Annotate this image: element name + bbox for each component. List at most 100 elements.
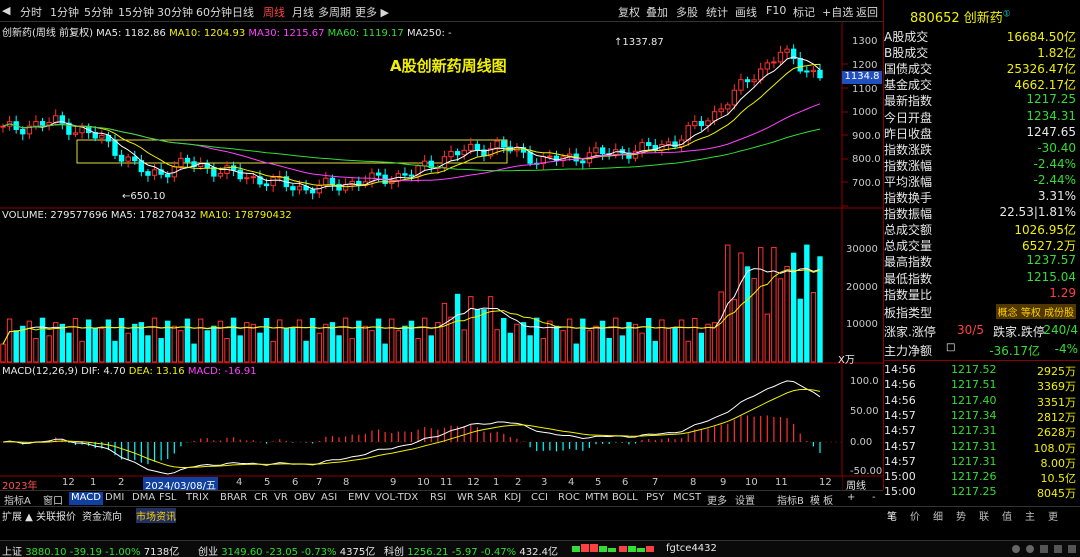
quote-row: 指数涨跌 -30.40	[883, 141, 1080, 157]
volume-bar	[184, 318, 191, 363]
index-cy[interactable]: 创业 3149.60 -23.05 -0.73% 4375亿	[198, 543, 375, 557]
volume-bar	[92, 327, 98, 363]
quote-label: B股成交	[884, 46, 929, 61]
indicator-tab[interactable]: PSY	[644, 492, 667, 505]
bottom-tab[interactable]: 资金流向	[82, 508, 122, 523]
price-tick: 900.0	[852, 131, 881, 142]
indicator-tab[interactable]: EMV	[346, 492, 372, 505]
indicator-tab[interactable]: MTM	[583, 492, 610, 505]
tick-row: 14:57 1217.34 2812万	[883, 409, 1080, 424]
period-tab[interactable]: 多周期	[318, 4, 351, 20]
period-tab[interactable]: 1分钟	[50, 4, 79, 20]
indicator-tab[interactable]: CR	[252, 492, 270, 505]
panel-tab[interactable]: 主	[1025, 508, 1035, 523]
volume-bar	[257, 332, 263, 363]
panel-tab[interactable]: 更	[1048, 508, 1058, 523]
volume-bar	[553, 325, 560, 363]
indicator-tab[interactable]: KDJ	[502, 492, 523, 505]
bottom-tab[interactable]: 市场资讯	[136, 508, 176, 523]
period-tab[interactable]: 15分钟	[118, 4, 154, 20]
indicator-tab[interactable]: TRIX	[184, 492, 211, 505]
status-icons[interactable]	[1010, 543, 1078, 555]
panel-tab[interactable]: 笔	[887, 508, 897, 523]
mainflow-row: 主力净额 □ -36.17亿 -4%	[884, 342, 1078, 358]
period-tab[interactable]: 30分钟	[157, 4, 193, 20]
bottom-tab[interactable]: 关联报价	[36, 508, 76, 523]
toolbar-button[interactable]: 画线	[735, 4, 757, 20]
quote-row: A股成交 16684.50亿	[883, 28, 1080, 44]
indicator-right-btn[interactable]: 模 板	[808, 492, 835, 507]
indicator-tab[interactable]: 设置	[733, 492, 757, 507]
volume-bar	[303, 340, 309, 363]
quote-label: A股成交	[884, 30, 929, 44]
candle-body	[244, 177, 250, 180]
candle-body	[329, 177, 336, 185]
indicator-tab[interactable]: MCST	[671, 492, 703, 505]
index-kc[interactable]: 科创 1256.21 -5.97 -0.47% 432.4亿	[384, 543, 558, 557]
period-tab[interactable]: 5分钟	[84, 4, 113, 20]
indicator-right-btn[interactable]: 指标B	[775, 492, 806, 507]
indicator-tab[interactable]: 指标A	[2, 492, 33, 507]
panel-tab[interactable]: 细	[933, 508, 943, 523]
indicator-tab[interactable]: DMI	[103, 492, 126, 505]
indicator-tab[interactable]: 窗口	[41, 492, 65, 507]
toolbar-button[interactable]: 复权	[618, 4, 640, 20]
indicator-tab[interactable]: ASI	[319, 492, 339, 505]
volume-bar	[678, 319, 685, 363]
indicator-right-btn[interactable]: +	[845, 492, 857, 505]
panel-tab[interactable]: 值	[1002, 508, 1012, 523]
toolbar-button[interactable]: F10	[766, 4, 786, 17]
period-tab[interactable]: 更多 ▶	[355, 4, 389, 20]
candle-body	[599, 147, 606, 155]
volume-bar	[349, 338, 355, 363]
toolbar-button[interactable]: 标记	[793, 4, 815, 20]
toolbar-button[interactable]: 叠加	[646, 4, 668, 20]
volume-bar	[632, 323, 639, 363]
toolbar-button[interactable]: 返回	[856, 4, 878, 20]
indicator-right-btn[interactable]: -	[870, 492, 878, 505]
period-tab[interactable]: 月线	[292, 4, 314, 20]
indicator-tab[interactable]: RSI	[428, 492, 448, 505]
volume-bar	[533, 317, 540, 363]
volume-bar	[659, 319, 665, 363]
price-tick: 1100	[852, 84, 878, 95]
period-tab[interactable]: 60分钟	[196, 4, 232, 20]
indicator-tab[interactable]: VOL-TDX	[373, 492, 420, 505]
bottom-tab[interactable]: 扩展 ▲	[2, 508, 33, 523]
indicator-tab[interactable]: ROC	[556, 492, 582, 505]
candle-body	[290, 186, 296, 191]
volume-bar	[790, 252, 797, 363]
indicator-tab[interactable]: 更多	[705, 492, 729, 507]
indicator-tab[interactable]: DMA	[130, 492, 157, 505]
period-tab[interactable]: 日线	[232, 4, 254, 20]
panel-tab[interactable]: 联	[979, 508, 989, 523]
indicator-tab[interactable]: WR	[455, 492, 476, 505]
panel-tab[interactable]: 势	[956, 508, 966, 523]
indicator-tab[interactable]: CCI	[529, 492, 550, 505]
toolbar-button[interactable]: 多股	[676, 4, 698, 20]
indicator-tab[interactable]: VR	[272, 492, 290, 505]
volume-bar	[85, 319, 92, 363]
toolbar-arrow-icon[interactable]: ◀	[2, 4, 10, 17]
candle-body	[132, 156, 138, 162]
toolbar-button[interactable]: +自选	[822, 4, 853, 20]
quote-row: 今日开盘 1234.31	[883, 109, 1080, 125]
macd-tick: 50.00	[850, 406, 879, 417]
indicator-tab[interactable]: BRAR	[218, 492, 249, 505]
indicator-tab[interactable]: MACD	[69, 492, 103, 505]
indicator-tab[interactable]: SAR	[475, 492, 499, 505]
volume-bar	[810, 291, 817, 363]
panel-tab[interactable]: 价	[910, 508, 920, 523]
index-sh[interactable]: 上证 3880.10 -39.19 -1.00% 7138亿	[2, 543, 179, 557]
chart-area[interactable]	[0, 22, 883, 490]
period-tab[interactable]: 分时	[20, 4, 42, 20]
quote-label: 指数换手	[884, 191, 933, 205]
toolbar-button[interactable]: 统计	[706, 4, 728, 20]
indicator-tab[interactable]: BOLL	[610, 492, 640, 505]
candle-body	[797, 58, 803, 72]
candle-body	[99, 134, 105, 139]
period-tab[interactable]: 周线	[263, 4, 285, 20]
indicator-tab[interactable]: OBV	[292, 492, 317, 505]
indicator-tab[interactable]: FSL	[157, 492, 179, 505]
volume-bar	[309, 317, 316, 363]
